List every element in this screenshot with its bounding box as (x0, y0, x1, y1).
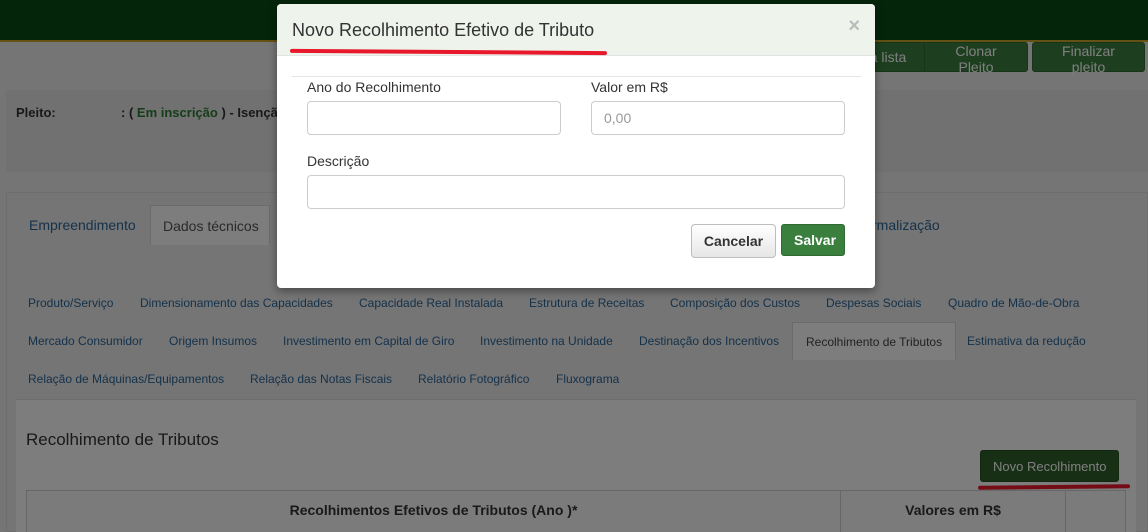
descricao-input[interactable] (307, 175, 845, 209)
modal-title: Novo Recolhimento Efetivo de Tributo (292, 20, 595, 40)
cancel-button[interactable]: Cancelar (691, 224, 776, 258)
valor-input[interactable] (591, 101, 845, 135)
ano-input[interactable] (307, 101, 561, 135)
close-icon[interactable]: × (848, 16, 860, 36)
modal-header: Novo Recolhimento Efetivo de Tributo × (277, 4, 875, 56)
modal-divider (292, 76, 861, 77)
valor-label: Valor em R$ (591, 79, 668, 95)
descricao-label: Descrição (307, 153, 370, 169)
ano-label: Ano do Recolhimento (307, 79, 441, 95)
novo-recolhimento-modal: Novo Recolhimento Efetivo de Tributo × A… (277, 4, 875, 288)
save-button[interactable]: Salvar (781, 224, 845, 256)
